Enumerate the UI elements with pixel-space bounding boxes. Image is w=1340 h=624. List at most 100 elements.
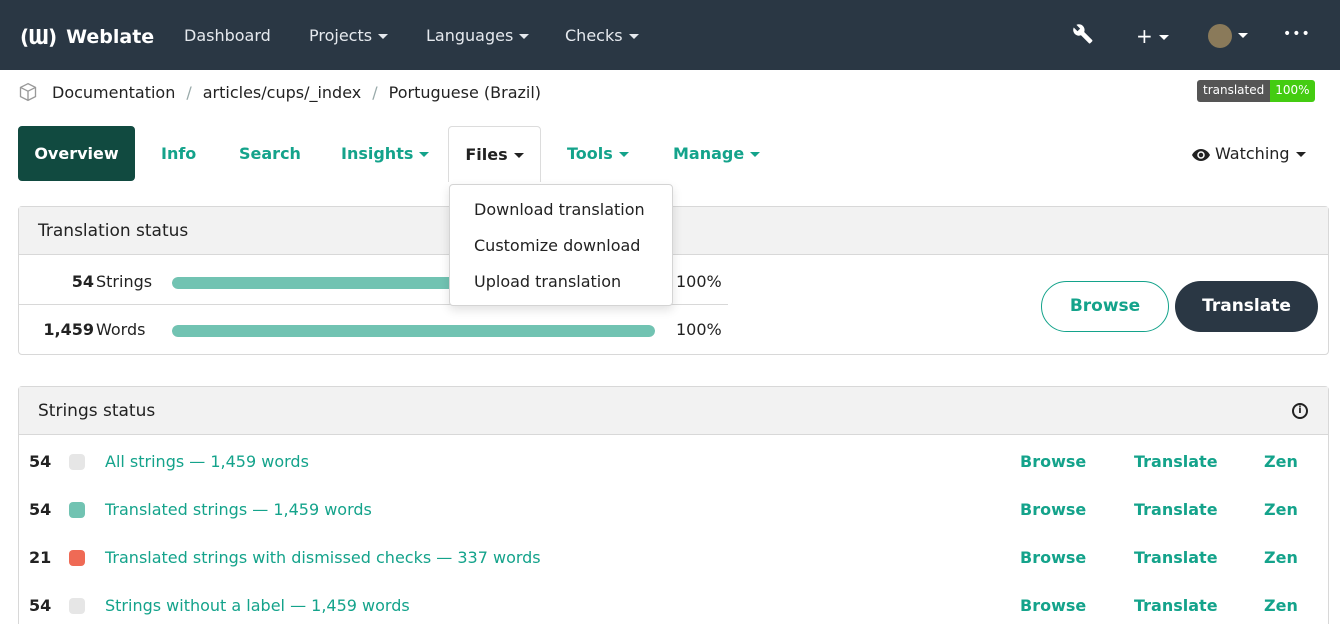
user-menu[interactable] <box>1208 22 1248 48</box>
row-browse-link[interactable]: Browse <box>1020 548 1086 567</box>
menu-item-upload-translation[interactable]: Upload translation <box>474 272 621 291</box>
nav-dashboard[interactable]: Dashboard <box>184 26 271 45</box>
row-count: 54 <box>29 452 52 471</box>
row-zen-link[interactable]: Zen <box>1264 548 1298 567</box>
wrench-icon[interactable] <box>1072 22 1094 49</box>
translation-status-panel: Translation status 54 Strings 100% 1,459… <box>18 206 1329 355</box>
progress-bar <box>172 325 655 337</box>
row-count: 54 <box>29 500 52 519</box>
row-browse-link[interactable]: Browse <box>1020 596 1086 615</box>
top-navbar: (Ɯ) Weblate Dashboard Projects Languages… <box>0 0 1340 70</box>
package-icon <box>19 82 37 102</box>
add-menu[interactable]: + <box>1136 24 1169 48</box>
stat-percent: 100% <box>676 272 722 291</box>
tab-tools-label: Tools <box>567 144 613 163</box>
files-menu: Download translation Customize download … <box>449 184 673 306</box>
breadcrumb-language[interactable]: Portuguese (Brazil) <box>389 83 541 102</box>
tab-files-label: Files <box>465 145 508 164</box>
panel-title: Translation status <box>19 207 1328 255</box>
row-label-link[interactable]: Translated strings — 1,459 words <box>105 500 372 519</box>
menu-item-customize-download[interactable]: Customize download <box>474 236 640 255</box>
caret-down-icon <box>618 152 629 157</box>
stat-row-words: 1,459 Words 100% <box>19 306 728 353</box>
row-label-link[interactable]: All strings — 1,459 words <box>105 452 309 471</box>
caret-down-icon <box>378 34 389 39</box>
stat-percent: 100% <box>676 320 722 339</box>
nav-projects-label: Projects <box>309 26 373 45</box>
row-count: 21 <box>29 548 52 567</box>
row-label-link[interactable]: Strings without a label — 1,459 words <box>105 596 410 615</box>
badge-label: translated <box>1197 80 1271 102</box>
more-menu-icon[interactable]: ••• <box>1283 26 1311 42</box>
row-browse-link[interactable]: Browse <box>1020 452 1086 471</box>
table-row: 54 Strings without a label — 1,459 words… <box>19 581 1328 624</box>
row-zen-link[interactable]: Zen <box>1264 596 1298 615</box>
status-color-swatch <box>69 598 85 614</box>
breadcrumb-separator: / <box>186 82 192 102</box>
table-row: 54 All strings — 1,459 words Browse Tran… <box>19 437 1328 485</box>
caret-down-icon <box>419 152 430 157</box>
panel-title: Strings status <box>19 387 1328 435</box>
breadcrumb-project[interactable]: Documentation <box>52 83 175 102</box>
table-row: 21 Translated strings with dismissed che… <box>19 533 1328 581</box>
status-color-swatch <box>69 454 85 470</box>
info-icon[interactable]: i <box>1292 403 1308 419</box>
nav-projects[interactable]: Projects <box>309 26 389 45</box>
row-zen-link[interactable]: Zen <box>1264 452 1298 471</box>
row-translate-link[interactable]: Translate <box>1134 596 1218 615</box>
caret-down-icon <box>519 34 530 39</box>
stat-label: Words <box>96 320 146 339</box>
caret-down-icon <box>1295 152 1306 157</box>
breadcrumb-separator: / <box>372 82 378 102</box>
wrench-icon-svg <box>1073 24 1093 44</box>
watching-label: Watching <box>1215 144 1290 163</box>
weblate-logo-icon: (Ɯ) <box>20 25 57 49</box>
row-translate-link[interactable]: Translate <box>1134 452 1218 471</box>
row-browse-link[interactable]: Browse <box>1020 500 1086 519</box>
tab-manage-label: Manage <box>673 144 745 163</box>
row-label-link[interactable]: Translated strings with dismissed checks… <box>105 548 541 567</box>
browse-button[interactable]: Browse <box>1041 281 1169 332</box>
caret-down-icon <box>750 152 761 157</box>
progress-fill <box>172 325 655 337</box>
caret-down-icon <box>513 153 524 158</box>
nav-checks-label: Checks <box>565 26 623 45</box>
strings-status-panel: Strings status i 54 All strings — 1,459 … <box>18 386 1329 624</box>
row-zen-link[interactable]: Zen <box>1264 500 1298 519</box>
stat-label: Strings <box>96 272 153 291</box>
row-translate-link[interactable]: Translate <box>1134 548 1218 567</box>
nav-checks[interactable]: Checks <box>565 26 639 45</box>
status-color-swatch <box>69 502 85 518</box>
tab-tools[interactable]: Tools <box>567 126 629 181</box>
nav-languages-label: Languages <box>426 26 514 45</box>
tab-insights[interactable]: Insights <box>341 126 430 181</box>
row-count: 54 <box>29 596 52 615</box>
badge-value: 100% <box>1270 80 1315 102</box>
brand-link[interactable]: (Ɯ) Weblate <box>20 22 154 52</box>
table-row: 54 Translated strings — 1,459 words Brow… <box>19 485 1328 533</box>
row-translate-link[interactable]: Translate <box>1134 500 1218 519</box>
watching-dropdown[interactable]: Watching <box>1192 144 1306 163</box>
avatar <box>1208 23 1232 48</box>
tab-manage[interactable]: Manage <box>673 126 761 181</box>
plus-icon: + <box>1136 24 1153 48</box>
translate-button[interactable]: Translate <box>1175 281 1318 332</box>
tab-search[interactable]: Search <box>239 126 301 181</box>
breadcrumb-component[interactable]: articles/cups/_index <box>203 83 362 102</box>
caret-down-icon <box>1158 35 1169 40</box>
menu-item-download-translation[interactable]: Download translation <box>474 200 645 219</box>
caret-down-icon <box>628 34 639 39</box>
breadcrumb: Documentation / articles/cups/_index / P… <box>18 80 541 104</box>
eye-icon <box>1192 148 1210 161</box>
caret-down-icon <box>1238 33 1248 38</box>
tab-info[interactable]: Info <box>161 126 196 181</box>
tab-insights-label: Insights <box>341 144 414 163</box>
status-color-swatch <box>69 550 85 566</box>
stat-count: 1,459 <box>43 320 94 339</box>
tab-overview[interactable]: Overview <box>18 126 135 181</box>
stat-count: 54 <box>71 272 94 291</box>
translated-badge[interactable]: translated 100% <box>1197 80 1315 102</box>
nav-languages[interactable]: Languages <box>426 26 530 45</box>
brand-name: Weblate <box>66 26 155 48</box>
tab-files[interactable]: Files <box>448 126 541 182</box>
